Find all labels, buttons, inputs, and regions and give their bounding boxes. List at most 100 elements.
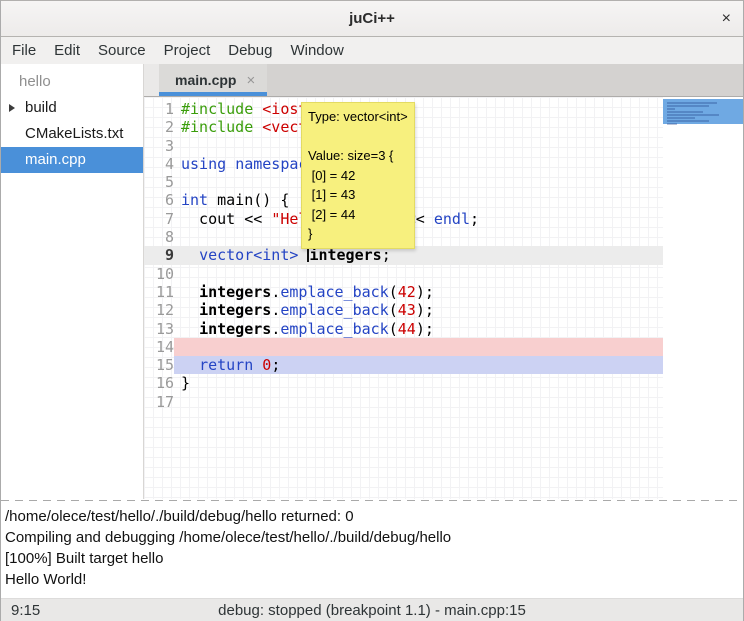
minimap-code-line bbox=[667, 114, 719, 116]
menu-item-window[interactable]: Window bbox=[281, 39, 352, 62]
minimap-viewport[interactable] bbox=[663, 99, 743, 124]
terminal-line: /home/olece/test/hello/./build/debug/hel… bbox=[5, 506, 739, 527]
line-number: 13 bbox=[144, 320, 174, 338]
code-text: } bbox=[174, 374, 663, 392]
code-text bbox=[174, 228, 663, 246]
tooltip-line: [2] = 44 bbox=[308, 205, 408, 225]
file-name-label: build bbox=[25, 99, 57, 116]
minimap-code-line bbox=[667, 123, 677, 125]
menu-item-project[interactable]: Project bbox=[155, 39, 220, 62]
line-number: 1 bbox=[144, 100, 174, 118]
code-text bbox=[174, 265, 663, 283]
file-tree-items: build CMakeLists.txt main.cpp bbox=[1, 95, 143, 173]
tab-label: main.cpp bbox=[175, 72, 236, 88]
line-number: 3 bbox=[144, 137, 174, 155]
window-close-icon[interactable]: × bbox=[722, 10, 731, 28]
code-line-13[interactable]: 13 integers.emplace_back(44); bbox=[144, 320, 663, 338]
minimap-code-line bbox=[667, 105, 709, 107]
minimap-code-line bbox=[667, 117, 695, 119]
minimap-code-line bbox=[667, 102, 717, 104]
tooltip-line: Value: size=3 { bbox=[308, 146, 408, 166]
line-number: 16 bbox=[144, 374, 174, 392]
menubar: FileEditSourceProjectDebugWindow bbox=[1, 37, 743, 64]
app-window: juCi++ × FileEditSourceProjectDebugWindo… bbox=[0, 0, 744, 621]
code-line-17[interactable]: 17 bbox=[144, 393, 663, 411]
code-text: cout << "Hello World!" << endl; bbox=[174, 210, 663, 228]
line-number: 6 bbox=[144, 191, 174, 209]
code-text bbox=[174, 338, 663, 356]
editor-pane: main.cpp × 1#include <iostream>2#include… bbox=[144, 64, 743, 499]
line-number: 12 bbox=[144, 301, 174, 319]
terminal-output: /home/olece/test/hello/./build/debug/hel… bbox=[1, 503, 743, 598]
status-debug-message: debug: stopped (breakpoint 1.1) - main.c… bbox=[218, 602, 526, 619]
splitter-dashed-line bbox=[1, 500, 743, 501]
menu-item-debug[interactable]: Debug bbox=[219, 39, 281, 62]
line-number: 14 bbox=[144, 338, 174, 356]
code-text: int main() { bbox=[174, 191, 663, 209]
code-text: integers.emplace_back(42); bbox=[174, 283, 663, 301]
terminal-line: [100%] Built target hello bbox=[5, 548, 739, 569]
sidebar-item-build[interactable]: build bbox=[1, 95, 143, 121]
file-tree-sidebar: hello build CMakeLists.txt main.cpp bbox=[1, 64, 144, 499]
menu-item-file[interactable]: File bbox=[3, 39, 45, 62]
code-text: #include <vector> bbox=[174, 118, 663, 136]
code-text bbox=[174, 173, 663, 191]
expander-triangle-icon[interactable] bbox=[9, 104, 15, 112]
tooltip-line bbox=[308, 127, 408, 147]
code-line-9[interactable]: 9 vector<int> integers; bbox=[144, 246, 663, 264]
sidebar-item-main-cpp[interactable]: main.cpp bbox=[1, 147, 143, 173]
main-area: hello build CMakeLists.txt main.cpp main.c… bbox=[1, 64, 743, 499]
project-root-label: hello bbox=[1, 69, 143, 95]
terminal-line: Hello World! bbox=[5, 569, 739, 590]
window-title: juCi++ bbox=[349, 10, 395, 27]
pane-splitter[interactable] bbox=[1, 499, 743, 503]
tooltip-line: } bbox=[308, 224, 408, 244]
debug-value-tooltip: Type: vector<int> Value: size=3 { [0] = … bbox=[301, 102, 415, 249]
line-number: 2 bbox=[144, 118, 174, 136]
sidebar-item-cmakelists-txt[interactable]: CMakeLists.txt bbox=[1, 121, 143, 147]
code-line-11[interactable]: 11 integers.emplace_back(42); bbox=[144, 283, 663, 301]
tooltip-line: [1] = 43 bbox=[308, 185, 408, 205]
active-tab-indicator bbox=[159, 92, 267, 96]
status-bar: 9:15 debug: stopped (breakpoint 1.1) - m… bbox=[1, 598, 743, 621]
code-text: #include <iostream> bbox=[174, 100, 663, 118]
tooltip-line: [0] = 42 bbox=[308, 166, 408, 186]
line-number: 5 bbox=[144, 173, 174, 191]
code-text bbox=[174, 393, 663, 411]
line-number: 9 bbox=[144, 246, 174, 264]
minimap-code-line bbox=[667, 111, 703, 113]
code-text: integers.emplace_back(43); bbox=[174, 301, 663, 319]
tab-bar: main.cpp × bbox=[144, 64, 743, 97]
line-number: 15 bbox=[144, 356, 174, 374]
minimap[interactable] bbox=[663, 97, 743, 499]
code-editor[interactable]: 1#include <iostream>2#include <vector>34… bbox=[144, 97, 663, 499]
line-number: 7 bbox=[144, 210, 174, 228]
tab-main-cpp[interactable]: main.cpp × bbox=[159, 64, 267, 96]
code-text: vector<int> integers; bbox=[174, 246, 663, 264]
tab-close-icon[interactable]: × bbox=[246, 72, 255, 89]
code-text bbox=[174, 137, 663, 155]
status-time: 9:15 bbox=[11, 602, 40, 619]
minimap-code-line bbox=[667, 120, 709, 122]
code-text: integers.emplace_back(44); bbox=[174, 320, 663, 338]
code-line-15[interactable]: 15 return 0; bbox=[144, 356, 663, 374]
line-number: 11 bbox=[144, 283, 174, 301]
menu-item-edit[interactable]: Edit bbox=[45, 39, 89, 62]
line-number: 10 bbox=[144, 265, 174, 283]
code-line-12[interactable]: 12 integers.emplace_back(43); bbox=[144, 301, 663, 319]
code-line-14[interactable]: 14 bbox=[144, 338, 663, 356]
title-bar: juCi++ × bbox=[1, 0, 743, 37]
minimap-code-line bbox=[667, 108, 675, 110]
line-number: 4 bbox=[144, 155, 174, 173]
line-number: 17 bbox=[144, 393, 174, 411]
code-line-16[interactable]: 16} bbox=[144, 374, 663, 392]
tooltip-line: Type: vector<int> bbox=[308, 107, 408, 127]
tabbar-spacer bbox=[144, 64, 159, 96]
file-name-label: main.cpp bbox=[25, 151, 86, 168]
code-text: using namespace std; bbox=[174, 155, 663, 173]
menu-item-source[interactable]: Source bbox=[89, 39, 155, 62]
code-text: return 0; bbox=[174, 356, 663, 374]
code-line-10[interactable]: 10 bbox=[144, 265, 663, 283]
terminal-line: Compiling and debugging /home/olece/test… bbox=[5, 527, 739, 548]
file-name-label: CMakeLists.txt bbox=[25, 125, 123, 142]
